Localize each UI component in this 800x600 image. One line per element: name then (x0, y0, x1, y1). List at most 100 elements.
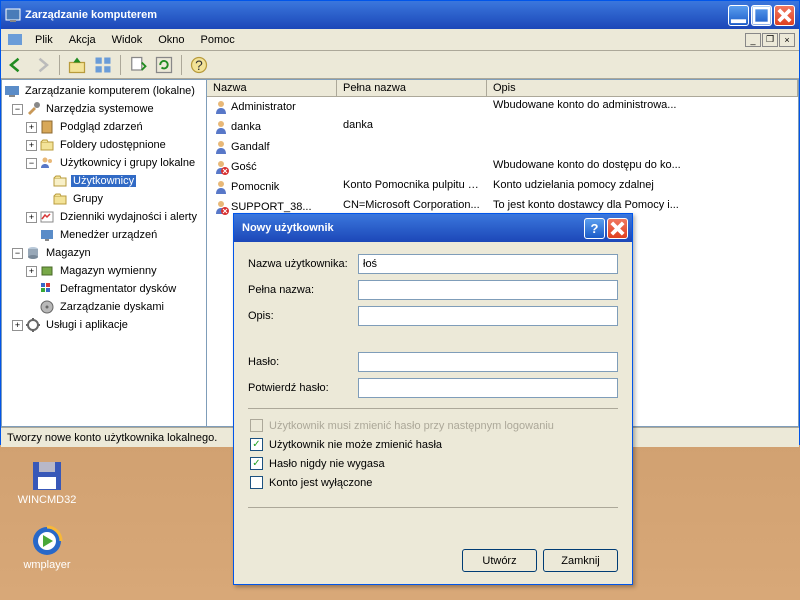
properties-button[interactable] (92, 54, 114, 76)
expand-icon[interactable]: + (26, 122, 37, 133)
menu-file[interactable]: Plik (27, 32, 61, 48)
col-name[interactable]: Nazwa (207, 80, 337, 96)
desktop-icon-wincmd[interactable]: WINCMD32 (12, 460, 82, 506)
expand-icon[interactable]: + (26, 212, 37, 223)
dialog-close-button[interactable] (607, 218, 628, 239)
svg-text:?: ? (195, 58, 203, 73)
back-button[interactable] (5, 54, 27, 76)
book-icon (39, 119, 55, 135)
desc-label: Opis: (248, 310, 358, 322)
checkbox-checked-icon: ✓ (250, 457, 263, 470)
dialog-title: Nowy użytkownik (238, 222, 584, 234)
tree-shared-folders[interactable]: +Foldery udostępnione (4, 136, 204, 154)
icon-label: wmplayer (12, 559, 82, 571)
expand-icon[interactable]: + (12, 320, 23, 331)
username-label: Nazwa użytkownika: (248, 258, 358, 270)
tree-users[interactable]: Użytkownicy (4, 172, 204, 190)
minimize-button[interactable] (728, 5, 749, 26)
mdi-close-button[interactable]: × (779, 33, 795, 47)
table-row[interactable]: Gandalf (207, 137, 798, 157)
checkbox-icon (250, 419, 263, 432)
folder-icon (52, 191, 68, 207)
checkbox-cannot-change[interactable]: ✓ Użytkownik nie może zmienić hasła (248, 438, 618, 451)
window-title: Zarządzanie komputerem (25, 9, 728, 21)
close-button[interactable]: Zamknij (543, 549, 618, 572)
tools-icon (25, 101, 41, 117)
user-icon (213, 99, 229, 115)
menu-window[interactable]: Okno (150, 32, 192, 48)
user-icon (213, 159, 229, 175)
create-button[interactable]: Utwórz (462, 549, 537, 572)
checkbox-account-disabled[interactable]: Konto jest wyłączone (248, 476, 618, 489)
collapse-icon[interactable]: − (12, 104, 23, 115)
menu-action[interactable]: Akcja (61, 32, 104, 48)
users-icon (39, 155, 55, 171)
user-icon (213, 119, 229, 135)
status-text: Tworzy nowe konto użytkownika lokalnego. (7, 432, 217, 444)
tree-services[interactable]: +Usługi i aplikacje (4, 316, 204, 334)
tree-root[interactable]: Zarządzanie komputerem (lokalne) (4, 82, 204, 100)
confirm-label: Potwierdź hasło: (248, 382, 358, 394)
collapse-icon[interactable]: − (26, 158, 37, 169)
desktop-icon-wmplayer[interactable]: wmplayer (12, 525, 82, 571)
help-button[interactable]: ? (584, 218, 605, 239)
app-icon (5, 7, 21, 23)
tree-storage[interactable]: −Magazyn (4, 244, 204, 262)
mdi-minimize-button[interactable]: _ (745, 33, 761, 47)
close-button[interactable] (774, 5, 795, 26)
toolbar: ? (1, 51, 799, 79)
checkbox-icon (250, 476, 263, 489)
tree-system-tools[interactable]: −Narzędzia systemowe (4, 100, 204, 118)
fullname-input[interactable] (358, 280, 618, 300)
table-row[interactable]: AdministratorWbudowane konto do administ… (207, 97, 798, 117)
perf-icon (39, 209, 55, 225)
password-input[interactable] (358, 352, 618, 372)
computer-icon (4, 83, 20, 99)
help-button[interactable]: ? (188, 54, 210, 76)
checkbox-never-expires[interactable]: ✓ Hasło nigdy nie wygasa (248, 457, 618, 470)
device-icon (39, 227, 55, 243)
tree-defrag[interactable]: Defragmentator dysków (4, 280, 204, 298)
username-input[interactable] (358, 254, 618, 274)
table-row[interactable]: dankadanka (207, 117, 798, 137)
password-label: Hasło: (248, 356, 358, 368)
folder-open-icon (52, 173, 68, 189)
menu-help[interactable]: Pomoc (193, 32, 243, 48)
new-user-dialog: Nowy użytkownik ? Nazwa użytkownika: Peł… (233, 213, 633, 585)
mdi-restore-button[interactable]: ❐ (762, 33, 778, 47)
export-button[interactable] (127, 54, 149, 76)
collapse-icon[interactable]: − (12, 248, 23, 259)
mdi-icon (7, 32, 23, 48)
table-row[interactable]: GośćWbudowane konto do dostępu do ko... (207, 157, 798, 177)
expand-icon[interactable]: + (26, 266, 37, 277)
col-fullname[interactable]: Pełna nazwa (337, 80, 487, 96)
wmplayer-icon (31, 525, 63, 557)
maximize-button[interactable] (751, 5, 772, 26)
storage-icon (25, 245, 41, 261)
col-desc[interactable]: Opis (487, 80, 798, 96)
defrag-icon (39, 281, 55, 297)
tree-event-viewer[interactable]: +Podgląd zdarzeń (4, 118, 204, 136)
services-icon (25, 317, 41, 333)
up-button[interactable] (66, 54, 88, 76)
checkbox-checked-icon: ✓ (250, 438, 263, 451)
refresh-button[interactable] (153, 54, 175, 76)
confirm-password-input[interactable] (358, 378, 618, 398)
tree-perf-logs[interactable]: +Dzienniki wydajności i alerty (4, 208, 204, 226)
titlebar[interactable]: Zarządzanie komputerem (1, 1, 799, 29)
tree-disk-mgmt[interactable]: Zarządzanie dyskami (4, 298, 204, 316)
tree-panel[interactable]: Zarządzanie komputerem (lokalne) −Narzęd… (1, 79, 207, 427)
menu-view[interactable]: Widok (104, 32, 151, 48)
menubar: Plik Akcja Widok Okno Pomoc _ ❐ × (1, 29, 799, 51)
desc-input[interactable] (358, 306, 618, 326)
tree-local-users[interactable]: −Użytkownicy i grupy lokalne (4, 154, 204, 172)
tree-removable[interactable]: +Magazyn wymienny (4, 262, 204, 280)
expand-icon[interactable]: + (26, 140, 37, 151)
dialog-titlebar[interactable]: Nowy użytkownik ? (234, 214, 632, 242)
icon-label: WINCMD32 (12, 494, 82, 506)
tree-groups[interactable]: Grupy (4, 190, 204, 208)
forward-button[interactable] (31, 54, 53, 76)
checkbox-must-change: Użytkownik musi zmienić hasło przy nastę… (248, 419, 618, 432)
table-row[interactable]: PomocnikKonto Pomocnika pulpitu z...Kont… (207, 177, 798, 197)
tree-device-mgr[interactable]: Menedżer urządzeń (4, 226, 204, 244)
